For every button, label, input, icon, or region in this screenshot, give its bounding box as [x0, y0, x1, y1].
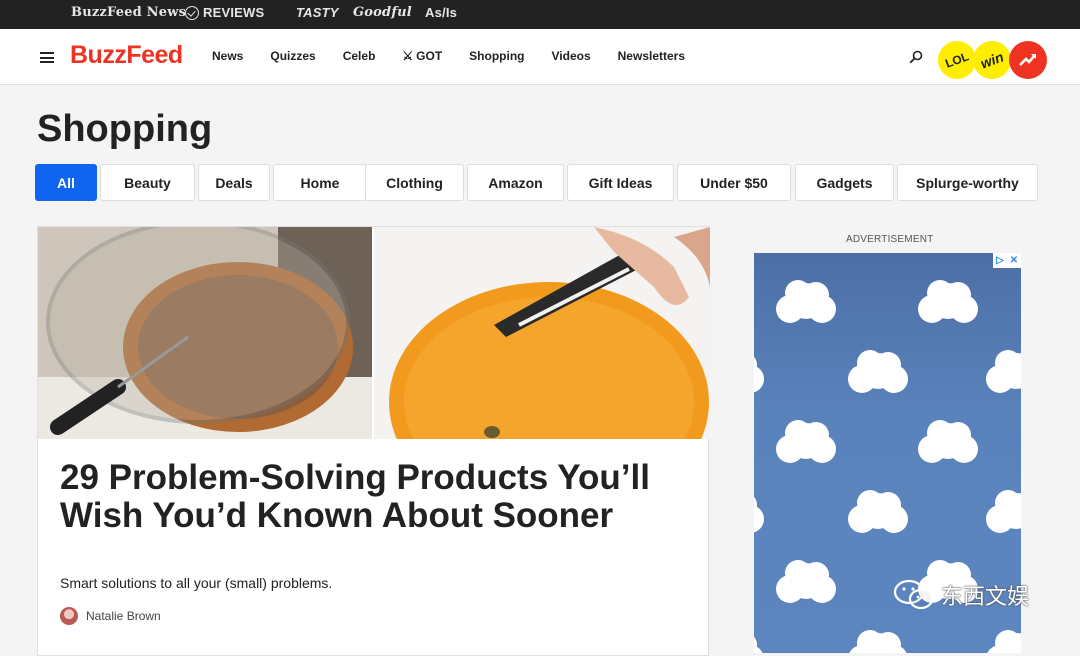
buzzfeed-logo[interactable]: BuzzFeed: [70, 41, 183, 70]
filter-chip-home[interactable]: Home: [273, 164, 367, 201]
ad-choices[interactable]: ▷ ✕: [993, 253, 1021, 268]
filter-chip-all[interactable]: All: [35, 164, 97, 201]
filter-chip-under-50[interactable]: Under $50: [677, 164, 791, 201]
splatter-screen-illustration: [38, 227, 372, 439]
cloud-shape: [754, 496, 764, 533]
nav-link-celeb[interactable]: Celeb: [343, 49, 376, 63]
cloud-shape: [986, 350, 1021, 393]
splatter-screen-image[interactable]: [38, 227, 372, 439]
filter-chip-deals[interactable]: Deals: [198, 164, 270, 201]
buzzfeed-news-link[interactable]: BuzzFeed News: [71, 5, 186, 20]
cloud-shape: [918, 420, 978, 463]
network-bar: BuzzFeed News REVIEWS TASTY Goodful As/I…: [0, 0, 1080, 29]
article-subtitle: Smart solutions to all your (small) prob…: [60, 575, 333, 591]
ad-choices-icon[interactable]: ▷: [993, 253, 1007, 268]
wechat-icon: [893, 579, 934, 610]
cloud-shape: [754, 356, 764, 393]
filter-chip-splurge-worthy[interactable]: Splurge-worthy: [897, 164, 1038, 201]
nav-link-news[interactable]: News: [212, 49, 243, 63]
ad-close-icon[interactable]: ✕: [1007, 253, 1021, 268]
article-title[interactable]: 29 Problem-Solving Products You’ll Wish …: [60, 459, 660, 535]
article-card[interactable]: 29 Problem-Solving Products You’ll Wish …: [37, 226, 710, 656]
filter-chip-clothing[interactable]: Clothing: [365, 164, 464, 201]
trending-badge[interactable]: [1009, 41, 1047, 79]
cloud-shape: [776, 420, 836, 463]
tasty-link[interactable]: TASTY: [296, 5, 339, 20]
cloud-shape: [754, 636, 763, 653]
filter-chip-gadgets[interactable]: Gadgets: [795, 164, 894, 201]
cloud-shape: [848, 490, 908, 533]
advertisement-label: ADVERTISEMENT: [846, 234, 934, 245]
nav-link-got-label: GOT: [416, 49, 443, 63]
nav-link-shopping[interactable]: Shopping: [469, 49, 524, 63]
hamburger-menu-icon[interactable]: [40, 52, 54, 63]
filter-chip-amazon[interactable]: Amazon: [467, 164, 564, 201]
cloud-shape: [849, 630, 907, 653]
cloud-shape: [986, 490, 1021, 533]
orange-peeler-image[interactable]: [374, 227, 710, 439]
cloud-shape: [776, 560, 836, 603]
search-icon[interactable]: [909, 50, 923, 64]
cloud-shape: [848, 350, 908, 393]
goodful-link[interactable]: Goodful: [353, 5, 412, 20]
nav-link-quizzes[interactable]: Quizzes: [270, 49, 315, 63]
author-avatar: [60, 607, 78, 625]
watermark-text: 东西文娱: [941, 585, 1030, 610]
author-byline[interactable]: Natalie Brown: [60, 607, 161, 625]
nav-links: News Quizzes Celeb ⚔ GOT Shopping Videos…: [212, 49, 712, 63]
reviews-link[interactable]: REVIEWS: [185, 5, 264, 20]
nav-link-videos[interactable]: Videos: [552, 49, 591, 63]
reviews-label: REVIEWS: [203, 5, 265, 20]
filter-chip-gift-ideas[interactable]: Gift Ideas: [567, 164, 674, 201]
check-circle-icon: [185, 5, 199, 20]
main-nav: BuzzFeed News Quizzes Celeb ⚔ GOT Shoppi…: [0, 29, 1080, 85]
cloud-shape: [776, 280, 836, 323]
author-name: Natalie Brown: [86, 609, 161, 623]
crossed-swords-icon: ⚔: [402, 49, 414, 63]
wechat-watermark: 东西文娱: [893, 579, 1029, 611]
page-title: Shopping: [37, 108, 213, 150]
as-is-link[interactable]: As/Is: [425, 5, 457, 20]
orange-peeler-illustration: [374, 227, 710, 439]
nav-link-got[interactable]: ⚔ GOT: [402, 49, 442, 63]
cloud-shape: [918, 280, 978, 323]
cloud-shape: [987, 630, 1021, 653]
trending-arrow-icon: [1019, 54, 1036, 66]
filter-chip-beauty[interactable]: Beauty: [100, 164, 195, 201]
nav-link-newsletters[interactable]: Newsletters: [618, 49, 685, 63]
